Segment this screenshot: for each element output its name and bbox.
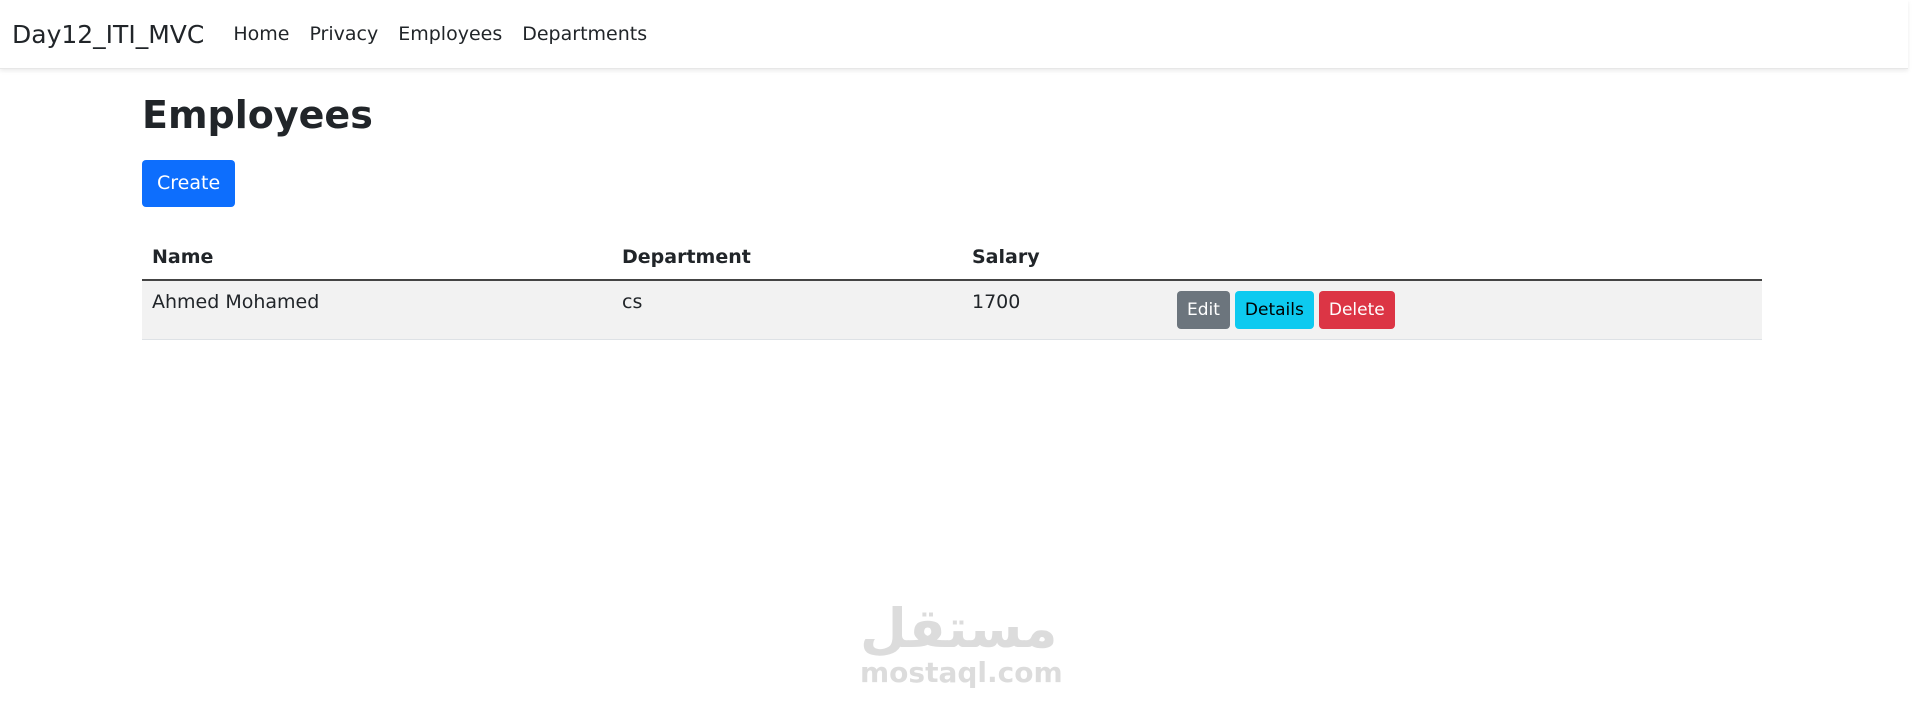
column-header-salary: Salary [962, 227, 1167, 281]
nav-link-departments[interactable]: Departments [522, 23, 647, 45]
nav-links: Home Privacy Employees Departments [233, 23, 647, 45]
cell-name: Ahmed Mohamed [142, 279, 612, 340]
page: Day12_ITI_MVC Home Privacy Employees Dep… [0, 0, 1912, 705]
column-header-name: Name [142, 227, 612, 281]
cell-salary: 1700 [962, 279, 1167, 340]
column-header-department: Department [612, 227, 962, 281]
watermark-latin-text: mostaql.com [860, 656, 1063, 689]
create-button[interactable]: Create [142, 159, 236, 207]
edit-button[interactable]: Edit [1177, 290, 1230, 329]
top-navbar: Day12_ITI_MVC Home Privacy Employees Dep… [0, 0, 1908, 69]
cell-department: cs [612, 279, 962, 340]
employees-table: Name Department Salary Ahmed Mohamed cs … [142, 227, 1762, 340]
nav-link-employees[interactable]: Employees [398, 23, 502, 45]
main-content: Employees Create Name Department Salary … [142, 69, 1762, 340]
watermark-logo: مستقل mostaql.com [860, 597, 1063, 689]
navbar-brand[interactable]: Day12_ITI_MVC [12, 20, 204, 49]
watermark-arabic-text: مستقل [860, 597, 1058, 660]
table-header-row: Name Department Salary [142, 227, 1762, 281]
page-title: Employees [142, 93, 373, 137]
column-header-actions [1167, 227, 1762, 281]
nav-link-home[interactable]: Home [233, 23, 289, 45]
cell-actions: Edit Details Delete [1167, 279, 1762, 340]
details-button[interactable]: Details [1234, 290, 1314, 329]
table-row: Ahmed Mohamed cs 1700 Edit Details Delet… [142, 279, 1762, 340]
delete-button[interactable]: Delete [1318, 290, 1395, 329]
nav-link-privacy[interactable]: Privacy [309, 23, 378, 45]
row-actions: Edit Details Delete [1177, 290, 1752, 329]
